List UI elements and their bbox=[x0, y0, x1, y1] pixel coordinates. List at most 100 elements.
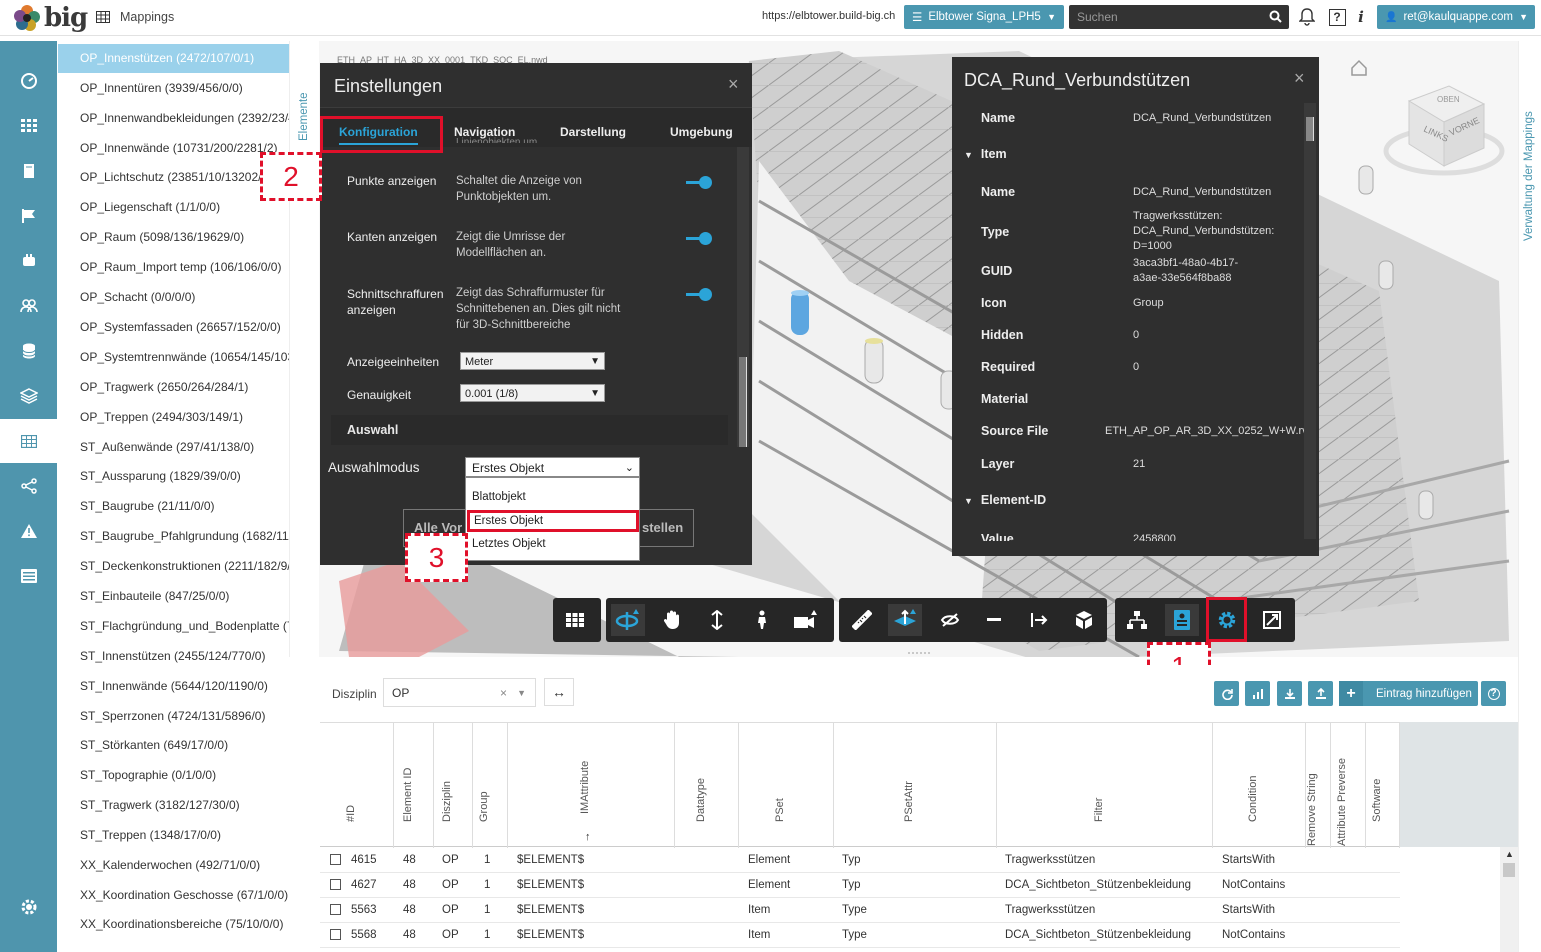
elements-side-tab[interactable]: Elemente bbox=[289, 41, 319, 657]
users-icon[interactable] bbox=[0, 284, 57, 328]
list-item[interactable]: ST_Tragwerk (3182/127/30/0) bbox=[58, 791, 289, 820]
search-icon[interactable] bbox=[1269, 10, 1282, 23]
list-icon[interactable] bbox=[0, 554, 57, 598]
selection-mode-select[interactable]: Erstes Objekt ⌄ bbox=[465, 457, 640, 477]
list-item[interactable]: ST_Aussparung (1829/39/0/0) bbox=[58, 462, 289, 491]
row-checkbox[interactable] bbox=[330, 904, 341, 915]
section-icon[interactable] bbox=[888, 604, 922, 636]
column-header[interactable]: Condition bbox=[1213, 723, 1306, 848]
list-item[interactable]: ST_Flachgründung_und_Bodenplatte (7 bbox=[58, 612, 289, 641]
list-item[interactable]: OP_Innenwände (10731/200/2281/2) bbox=[58, 134, 289, 163]
upload-icon[interactable] bbox=[1308, 681, 1333, 706]
column-header[interactable]: PSet bbox=[739, 723, 834, 848]
option-erstes-objekt[interactable]: Erstes Objekt bbox=[467, 510, 639, 532]
toggle-punkte[interactable] bbox=[686, 176, 712, 189]
orbit-icon[interactable] bbox=[611, 604, 645, 636]
project-dropdown[interactable]: ☰ Elbtower Signa_LPH5 ▼ bbox=[904, 5, 1064, 29]
dashboard-icon[interactable] bbox=[0, 59, 57, 103]
fullscreen-icon[interactable] bbox=[1255, 604, 1289, 636]
list-item[interactable]: ST_Baugrube (21/11/0/0) bbox=[58, 492, 289, 521]
explode-icon[interactable] bbox=[933, 604, 967, 636]
discipline-select[interactable]: OP × ▼ bbox=[383, 678, 536, 707]
list-item[interactable]: ST_Deckenkonstruktionen (2211/182/9/( bbox=[58, 552, 289, 581]
clear-icon[interactable]: × bbox=[500, 679, 507, 707]
precision-select[interactable]: 0.001 (1/8) ▼ bbox=[460, 384, 605, 402]
sort-asc-icon[interactable]: ↑ bbox=[585, 831, 591, 843]
scrollbar[interactable]: ▲ bbox=[1500, 847, 1518, 952]
list-item[interactable]: OP_Liegenschaft (1/1/0/0) bbox=[58, 193, 289, 222]
properties-icon[interactable] bbox=[1165, 604, 1199, 636]
list-item[interactable]: OP_Tragwerk (2650/264/284/1) bbox=[58, 373, 289, 402]
bell-icon[interactable] bbox=[1296, 6, 1318, 28]
row-checkbox[interactable] bbox=[330, 929, 341, 940]
table-row[interactable]: 5568 48 OP 1 $ELEMENT$ Item Type DCA_Sic… bbox=[320, 923, 1400, 948]
mapping-admin-side-tab[interactable]: Verwaltung der Mappings bbox=[1518, 41, 1541, 952]
toggle-schnittschraffuren[interactable] bbox=[686, 288, 712, 301]
list-item[interactable]: OP_Treppen (2494/303/149/1) bbox=[58, 403, 289, 432]
camera-icon[interactable] bbox=[789, 604, 823, 636]
table-icon[interactable] bbox=[0, 419, 57, 463]
search-input[interactable]: Suchen bbox=[1069, 5, 1289, 29]
expand-horizontal-icon[interactable]: ↔ bbox=[544, 678, 574, 706]
help-circle-icon[interactable]: ? bbox=[1481, 681, 1506, 706]
grid-icon[interactable] bbox=[0, 104, 57, 148]
model-browser-icon[interactable] bbox=[558, 604, 592, 636]
column-header[interactable]: Attribute Preverse bbox=[1331, 723, 1366, 848]
cube-icon[interactable] bbox=[1067, 604, 1101, 636]
add-entry-button[interactable]: + Eintrag hinzufügen bbox=[1339, 681, 1478, 706]
list-item[interactable]: OP_Raum_Import temp (106/106/0/0) bbox=[58, 253, 289, 282]
list-item[interactable]: OP_Raum (5098/136/19629/0) bbox=[58, 223, 289, 252]
user-dropdown[interactable]: 👤 ret@kaulquappe.com ▼ bbox=[1377, 5, 1535, 29]
section-item[interactable]: ▼ Item bbox=[964, 147, 1007, 161]
scrollbar[interactable] bbox=[1304, 103, 1316, 539]
plugin-icon[interactable] bbox=[0, 239, 57, 283]
book-icon[interactable] bbox=[0, 149, 57, 193]
list-item[interactable]: OP_Innenwandbekleidungen (2392/23/4 bbox=[58, 104, 289, 133]
list-item[interactable]: ST_Innenstützen (2455/124/770/0) bbox=[58, 642, 289, 671]
list-item[interactable]: XX_Kalenderwochen (492/71/0/0) bbox=[58, 851, 289, 880]
minus-icon[interactable] bbox=[977, 604, 1011, 636]
list-item[interactable]: ST_Einbauteile (847/25/0/0) bbox=[58, 582, 289, 611]
list-item[interactable]: OP_Systemtrennwände (10654/145/103, bbox=[58, 343, 289, 372]
list-item[interactable]: XX_Koordination Geschosse (67/1/0/0) bbox=[58, 881, 289, 910]
option-letztes-objekt[interactable]: Letztes Objekt bbox=[466, 533, 639, 555]
list-item[interactable]: ST_Treppen (1348/17/0/0) bbox=[58, 821, 289, 850]
column-header[interactable]: #ID bbox=[320, 723, 394, 848]
measure-icon[interactable] bbox=[845, 604, 879, 636]
tab-umgebung[interactable]: Umgebung bbox=[670, 125, 733, 139]
pan-icon[interactable] bbox=[655, 604, 689, 636]
share-icon[interactable] bbox=[0, 464, 57, 508]
option-blattobjekt[interactable]: Blattobjekt bbox=[466, 486, 639, 508]
settings-icon[interactable] bbox=[0, 885, 57, 929]
column-header[interactable]: Software bbox=[1366, 723, 1400, 848]
table-row[interactable]: 4627 48 OP 1 $ELEMENT$ Element Typ DCA_S… bbox=[320, 873, 1400, 898]
table-row[interactable]: 5563 48 OP 1 $ELEMENT$ Item Type Tragwer… bbox=[320, 898, 1400, 923]
list-item[interactable]: ST_Störkanten (649/17/0/0) bbox=[58, 731, 289, 760]
section-element-id[interactable]: ▼ Element-ID bbox=[964, 493, 1046, 507]
list-item[interactable]: ST_Außenwände (297/41/138/0) bbox=[58, 433, 289, 462]
help-icon[interactable]: ? bbox=[1326, 6, 1348, 28]
list-item[interactable]: XX_Koordinationsbereiche (75/10/0/0) bbox=[58, 910, 289, 939]
warning-icon[interactable] bbox=[0, 509, 57, 553]
list-item[interactable]: OP_Innentüren (3939/456/0/0) bbox=[58, 74, 289, 103]
download-icon[interactable] bbox=[1277, 681, 1302, 706]
list-item[interactable]: OP_Schacht (0/0/0/0) bbox=[58, 283, 289, 312]
list-item[interactable]: ST_Sperrzonen (4724/131/5896/0) bbox=[58, 702, 289, 731]
database-icon[interactable] bbox=[0, 329, 57, 373]
arrow-icon[interactable] bbox=[1022, 604, 1056, 636]
list-item[interactable]: OP_Systemfassaden (26657/152/0/0) bbox=[58, 313, 289, 342]
row-checkbox[interactable] bbox=[330, 854, 341, 865]
column-header[interactable]: Datatype bbox=[675, 723, 739, 848]
list-item[interactable]: ST_Baugrube_Pfahlgrundung (1682/11/( bbox=[58, 522, 289, 551]
column-header[interactable]: Disziplin bbox=[434, 723, 473, 848]
column-header[interactable]: Element ID bbox=[394, 723, 434, 848]
list-item[interactable]: ST_Innenwände (5644/120/1190/0) bbox=[58, 672, 289, 701]
scrollbar[interactable] bbox=[737, 147, 749, 447]
info-icon[interactable]: i bbox=[1350, 6, 1372, 28]
column-header[interactable]: Group bbox=[473, 723, 508, 848]
list-item[interactable]: OP_Innenstützen (2472/107/0/1) bbox=[58, 44, 289, 73]
close-icon[interactable]: × bbox=[728, 74, 739, 95]
refresh-icon[interactable] bbox=[1214, 681, 1239, 706]
app-logo[interactable]: big bbox=[12, 3, 88, 33]
list-item[interactable]: ST_Topographie (0/1/0/0) bbox=[58, 761, 289, 790]
